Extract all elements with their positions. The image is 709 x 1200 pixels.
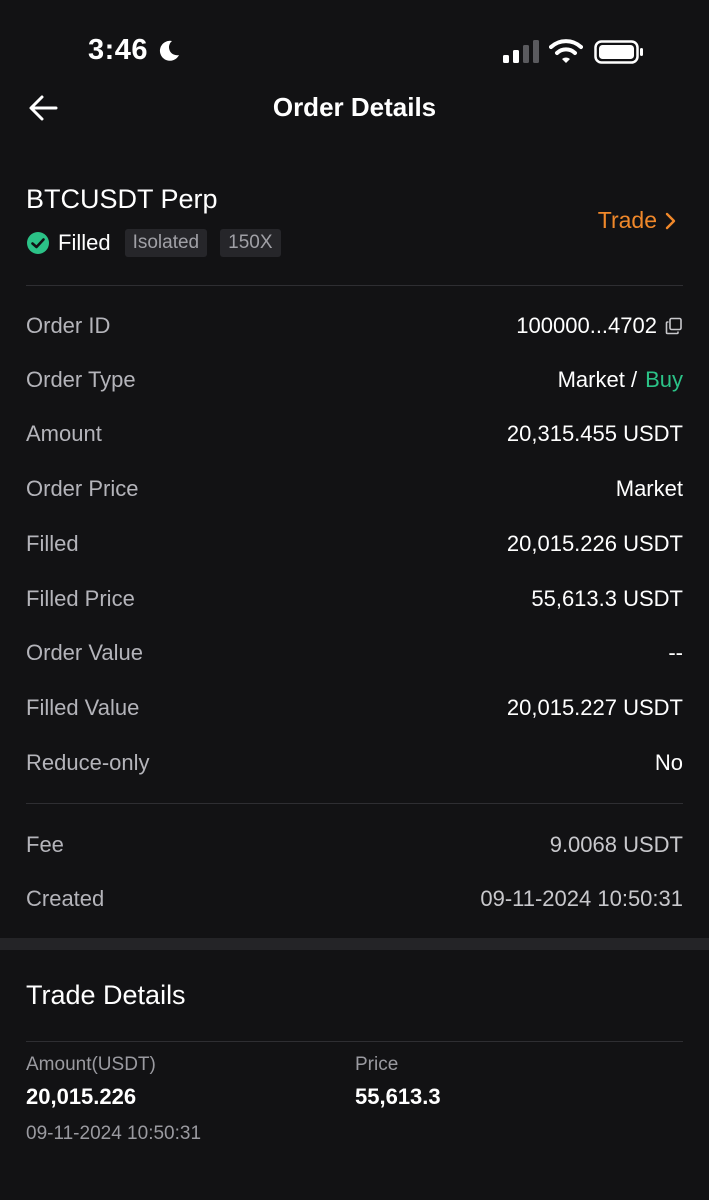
detail-label: Fee <box>26 832 64 857</box>
detail-label: Created <box>26 886 105 911</box>
trade-price-label: Price <box>355 1054 399 1075</box>
status-time: 3:46 <box>88 34 149 66</box>
detail-value: Market <box>615 476 683 501</box>
detail-row-reduce-only: Reduce-only No <box>26 743 683 783</box>
trade-link-label: Trade <box>597 207 657 233</box>
margin-mode-badge: Isolated <box>124 229 208 257</box>
wifi-icon <box>549 39 583 63</box>
trade-amount-value: 20,015.226 <box>26 1084 137 1109</box>
section-separator <box>0 938 709 950</box>
order-id-value: 100000...4702 <box>516 313 657 338</box>
detail-label: Reduce-only <box>26 750 150 775</box>
detail-value: 20,015.227 USDT <box>506 695 683 720</box>
detail-value: No <box>654 750 683 775</box>
trade-price-value: 55,613.3 <box>355 1084 441 1109</box>
detail-value: -- <box>668 640 683 665</box>
detail-row-filled: Filled 20,015.226 USDT <box>26 524 683 564</box>
detail-value: 09-11-2024 10:50:31 <box>480 886 683 911</box>
header: Order Details <box>0 80 709 140</box>
order-status: Filled <box>58 230 111 255</box>
divider <box>26 803 683 804</box>
detail-row-created: Created 09-11-2024 10:50:31 <box>26 879 683 919</box>
order-side-value: Buy <box>645 367 683 392</box>
contract-symbol: BTCUSDT Perp <box>26 184 218 214</box>
detail-label: Amount <box>26 421 102 446</box>
detail-value: 55,613.3 USDT <box>531 586 683 611</box>
status-bar: 3:46 <box>0 0 709 80</box>
order-details-screen: 3:46 Order Details BTCUSDT Perp Filled I… <box>0 0 709 1200</box>
detail-value: Market / Buy <box>558 367 683 393</box>
detail-row-order-type: Order Type Market / Buy <box>26 360 683 400</box>
detail-row-order-id: Order ID 100000...4702 <box>26 306 683 346</box>
trade-amount-column: Amount(USDT) 20,015.226 <box>26 1054 156 1110</box>
detail-row-amount: Amount 20,315.455 USDT <box>26 414 683 454</box>
cellular-signal-icon <box>503 40 539 63</box>
trade-link[interactable]: Trade <box>598 207 677 234</box>
detail-row-fee: Fee 9.0068 USDT <box>26 825 683 865</box>
trade-timestamp: 09-11-2024 10:50:31 <box>26 1123 202 1144</box>
trade-amount-label: Amount(USDT) <box>26 1054 156 1075</box>
detail-label: Filled Value <box>26 695 140 720</box>
detail-row-order-price: Order Price Market <box>26 469 683 509</box>
detail-row-filled-price: Filled Price 55,613.3 USDT <box>26 579 683 619</box>
detail-label: Filled <box>26 531 79 556</box>
trade-price-column: Price 55,613.3 <box>355 1054 441 1110</box>
divider <box>26 285 683 286</box>
detail-label: Order Price <box>26 476 139 501</box>
divider <box>26 1041 683 1042</box>
check-circle-icon <box>27 232 49 254</box>
detail-row-order-value: Order Value -- <box>26 633 683 673</box>
detail-label: Order ID <box>26 313 111 338</box>
copy-icon[interactable] <box>665 317 683 335</box>
detail-label: Order Type <box>26 367 136 392</box>
page-title: Order Details <box>272 92 437 122</box>
detail-value: 20,015.226 USDT <box>506 531 683 556</box>
chevron-right-icon <box>665 212 676 229</box>
detail-value: 20,315.455 USDT <box>506 421 683 446</box>
order-type-value: Market / <box>557 367 638 392</box>
order-status-row: Filled Isolated 150X <box>26 228 294 258</box>
detail-label: Filled Price <box>26 586 135 611</box>
leverage-badge: 150X <box>220 229 281 257</box>
battery-icon <box>594 40 643 64</box>
moon-icon <box>159 40 179 61</box>
detail-row-filled-value: Filled Value 20,015.227 USDT <box>26 688 683 728</box>
trade-details-title: Trade Details <box>26 980 186 1010</box>
detail-value: 100000...4702 <box>516 313 683 339</box>
detail-label: Order Value <box>26 640 143 665</box>
detail-value: 9.0068 USDT <box>549 832 683 857</box>
